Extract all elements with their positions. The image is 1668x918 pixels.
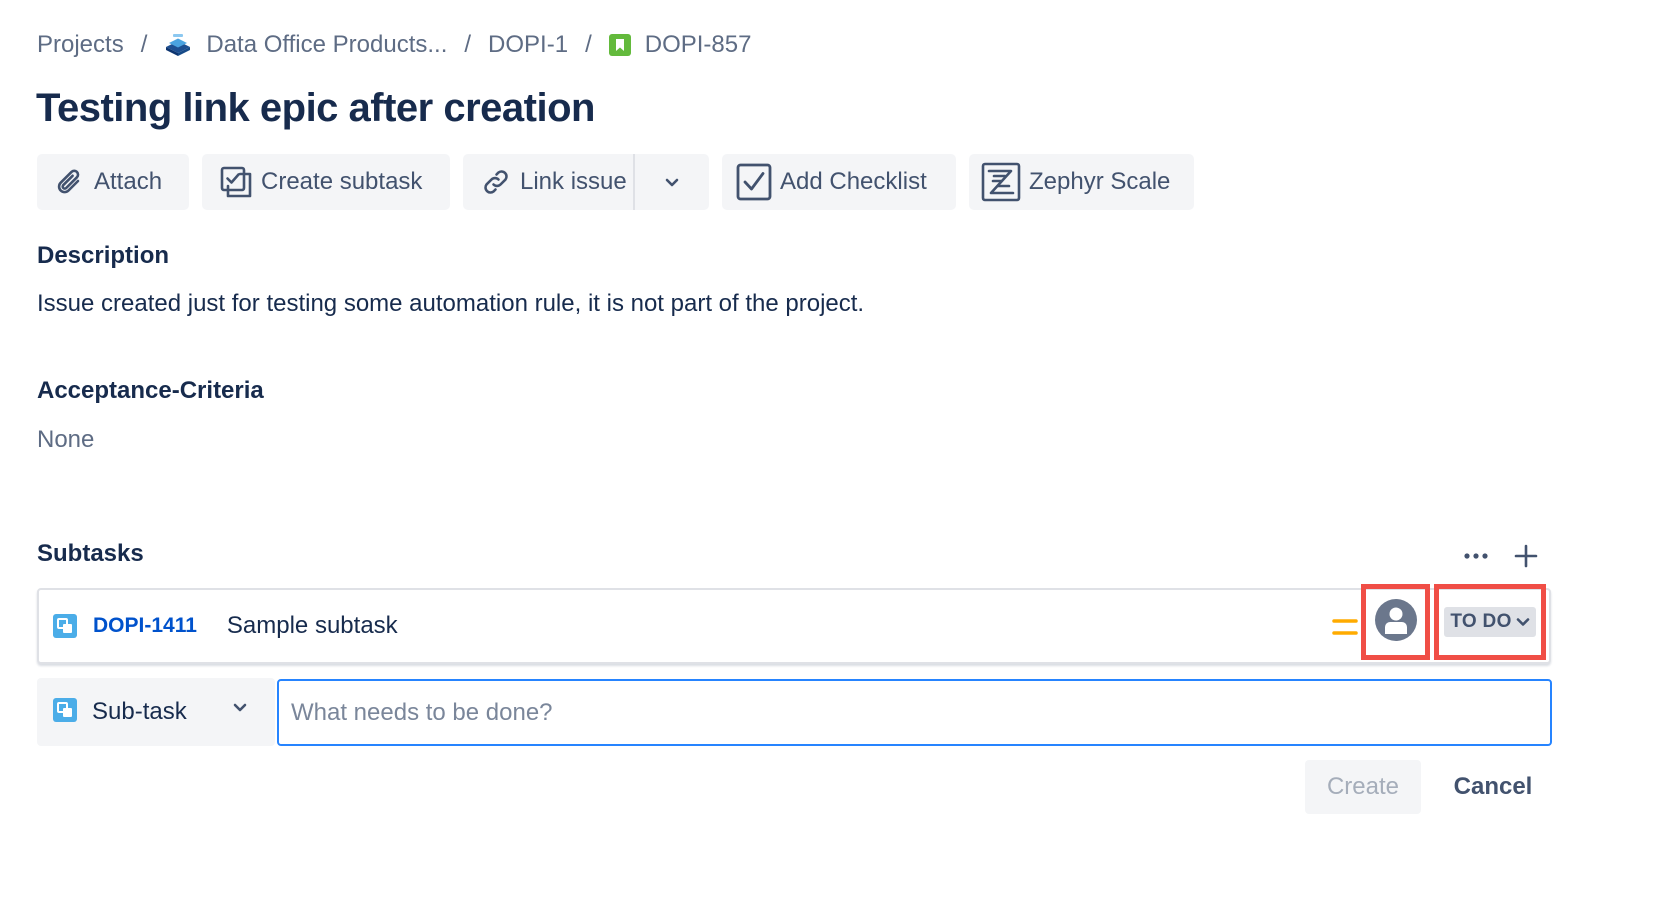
zephyr-scale-label: Zephyr Scale	[1029, 168, 1171, 195]
breadcrumb-project[interactable]: Data Office Products...	[164, 31, 447, 59]
breadcrumb-separator: /	[585, 31, 592, 58]
add-checklist-label: Add Checklist	[780, 168, 927, 195]
issue-type-label: Sub-task	[92, 698, 187, 725]
subtasks-heading: Subtasks	[37, 540, 144, 567]
status-label: TO DO	[1450, 611, 1512, 632]
paperclip-icon	[54, 166, 86, 198]
status-dropdown[interactable]: TO DO	[1444, 607, 1536, 637]
breadcrumb-issue[interactable]: DOPI-857	[608, 31, 752, 59]
create-button[interactable]: Create	[1305, 760, 1421, 814]
chevron-down-icon	[1516, 617, 1530, 627]
breadcrumb-projects[interactable]: Projects	[37, 31, 124, 59]
add-checklist-button[interactable]: Add Checklist	[722, 154, 956, 210]
story-icon	[608, 34, 631, 56]
zephyr-scale-icon	[981, 162, 1021, 202]
description-text[interactable]: Issue created just for testing some auto…	[37, 290, 864, 318]
acceptance-criteria-heading: Acceptance-Criteria	[37, 377, 264, 404]
link-issue-button[interactable]: Link issue	[463, 154, 635, 210]
subtask-type-icon	[53, 697, 77, 727]
subtask-row[interactable]: DOPI-1411 Sample subtask TO DO	[37, 584, 1551, 664]
subtask-icon	[219, 165, 253, 199]
link-issue-button-group: Link issue	[463, 154, 709, 210]
checklist-icon	[736, 163, 772, 201]
attach-button[interactable]: Attach	[37, 154, 189, 210]
more-options-icon[interactable]	[1456, 536, 1496, 576]
subtask-summary-input[interactable]	[277, 679, 1552, 746]
breadcrumb-issue-label: DOPI-857	[644, 31, 752, 58]
link-issue-dropdown-button[interactable]	[635, 168, 709, 196]
status-highlight: TO DO	[1434, 584, 1546, 660]
subtask-summary[interactable]: Sample subtask	[227, 612, 398, 640]
breadcrumb-project-label: Data Office Products...	[206, 31, 448, 58]
breadcrumb: Projects / Data Office Products... / DOP…	[37, 28, 751, 62]
assignee-highlight	[1361, 584, 1430, 660]
zephyr-scale-button[interactable]: Zephyr Scale	[969, 154, 1194, 210]
create-subtask-label: Create subtask	[261, 168, 423, 195]
link-icon	[480, 166, 512, 198]
attach-label: Attach	[94, 168, 163, 195]
link-issue-label: Link issue	[520, 168, 627, 195]
issue-type-select[interactable]: Sub-task	[37, 678, 275, 746]
issue-toolbar: Attach Create subtask Link issue Add Che…	[37, 154, 1194, 210]
add-subtask-plus-icon[interactable]	[1506, 536, 1546, 576]
chevron-down-icon	[231, 702, 249, 714]
subtasks-actions	[1456, 536, 1546, 576]
issue-title[interactable]: Testing link epic after creation	[36, 86, 595, 131]
priority-medium-icon	[1331, 617, 1359, 642]
project-avatar-icon	[164, 33, 192, 57]
acceptance-criteria-value[interactable]: None	[37, 426, 94, 454]
create-subtask-button[interactable]: Create subtask	[202, 154, 450, 210]
breadcrumb-parent[interactable]: DOPI-1	[488, 31, 568, 59]
chevron-down-icon	[663, 168, 681, 196]
subtask-key-link[interactable]: DOPI-1411	[93, 614, 197, 638]
breadcrumb-separator: /	[140, 31, 148, 58]
subtask-type-icon	[53, 614, 77, 638]
breadcrumb-separator: /	[464, 31, 472, 58]
description-heading: Description	[37, 242, 170, 269]
unassigned-avatar-icon[interactable]	[1374, 598, 1418, 647]
cancel-button[interactable]: Cancel	[1435, 760, 1551, 814]
